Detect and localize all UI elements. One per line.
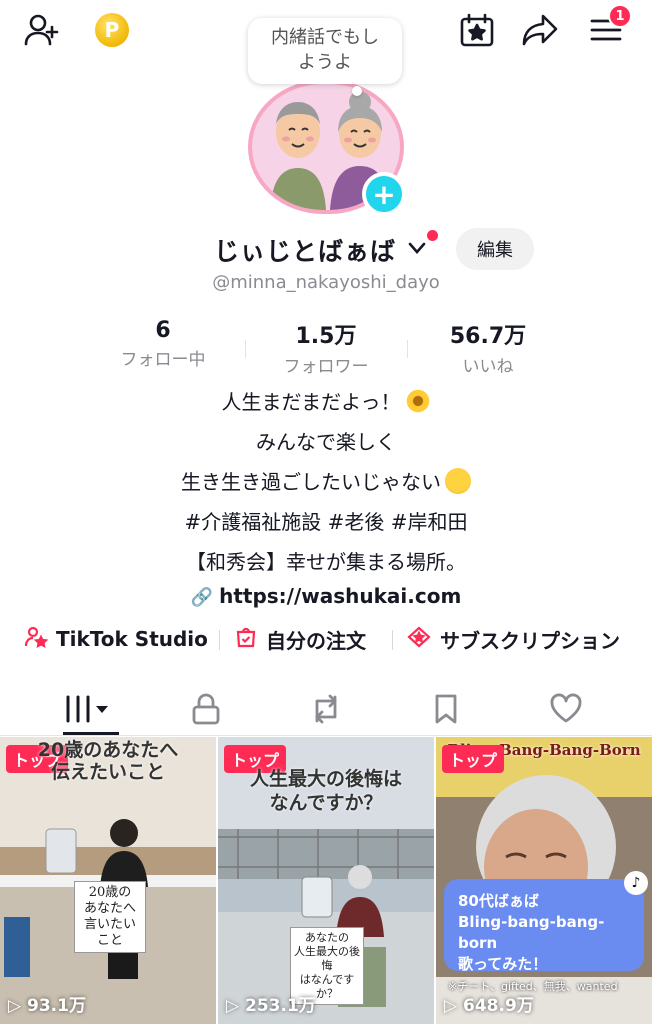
stat-label: フォロー中 bbox=[120, 350, 206, 370]
stat-label: いいね bbox=[462, 357, 514, 377]
share-icon[interactable] bbox=[520, 10, 560, 50]
view-count: ▷ 93.1万 bbox=[8, 996, 86, 1016]
stat-followers[interactable]: 1.5万 フォロワー bbox=[251, 318, 401, 377]
divider bbox=[219, 630, 220, 650]
stat-value: 6 bbox=[155, 318, 171, 343]
video-title: 人生最大の後悔は なんですか？ bbox=[249, 768, 402, 814]
note-bubble[interactable]: 内緒話でもし ようよ bbox=[248, 18, 402, 84]
divider bbox=[245, 340, 246, 358]
stat-value: 1.5万 bbox=[295, 324, 357, 349]
video-thumbnail[interactable]: トップ 20歳のあなたへ 伝えたいこと 20歳の あなたへ 言いたいこと ▷ 9… bbox=[0, 737, 216, 1024]
bio-line: みんなで楽しく bbox=[256, 430, 396, 454]
subscription-icon bbox=[406, 625, 432, 654]
calendar-star-icon[interactable] bbox=[457, 10, 497, 50]
tab-liked[interactable] bbox=[501, 684, 631, 734]
stat-likes[interactable]: 56.7万 いいね bbox=[413, 318, 563, 377]
grid-icon bbox=[66, 695, 108, 723]
view-count: ▷ 253.1万 bbox=[226, 996, 316, 1016]
bio-line: 人生まだまだよっ！ bbox=[0, 384, 652, 424]
bio-line: 生き生き過ごしたいじゃない bbox=[0, 464, 652, 504]
status-dot bbox=[427, 230, 438, 241]
tab-reposts[interactable] bbox=[261, 684, 391, 734]
tab-videos[interactable] bbox=[25, 684, 155, 735]
top-badge: トップ bbox=[442, 745, 505, 773]
divider bbox=[392, 630, 393, 650]
bio-hashtags[interactable]: #介護福祉施設 #老後 #岸和田 bbox=[0, 504, 652, 544]
tab-private[interactable] bbox=[141, 684, 271, 734]
repost-icon bbox=[315, 694, 337, 724]
edit-profile-button[interactable]: 編集 bbox=[456, 228, 534, 270]
sunflower-icon bbox=[404, 388, 431, 414]
notification-badge: 1 bbox=[608, 4, 632, 28]
video-card: 80代ばぁば Bling-bang-bang-born 歌ってみた！ bbox=[444, 879, 644, 973]
card-line: Bling-bang-bang-born bbox=[458, 913, 605, 952]
video-grid: トップ 20歳のあなたへ 伝えたいこと 20歳の あなたへ 言いたいこと ▷ 9… bbox=[0, 737, 652, 1024]
content-tabs bbox=[0, 684, 652, 736]
subscription-button[interactable]: サブスクリプション bbox=[406, 622, 620, 656]
video-title: 20歳のあなたへ 伝えたいこと bbox=[37, 739, 179, 783]
bio: 人生まだまだよっ！ みんなで楽しく 生き生き過ごしたいじゃない #介護福祉施設 … bbox=[0, 384, 652, 618]
view-count: ▷ 648.9万 bbox=[444, 996, 534, 1016]
my-orders-button[interactable]: 自分の注文 bbox=[234, 622, 366, 656]
card-line: 歌ってみた！ bbox=[458, 955, 548, 973]
video-thumbnail[interactable]: Bling-Bang-Bang-Born トップ ♪ 80代ばぁば Bling-… bbox=[436, 737, 652, 1024]
link-icon: 🔗 bbox=[190, 587, 214, 608]
stat-value: 56.7万 bbox=[449, 324, 527, 349]
stat-label: フォロワー bbox=[283, 357, 369, 377]
chevron-down-icon[interactable] bbox=[408, 236, 426, 260]
bio-link[interactable]: 🔗 https://washukai.com bbox=[0, 578, 652, 618]
action-row: TikTok Studio 自分の注文 サブスクリプション bbox=[0, 622, 652, 658]
person-star-icon bbox=[24, 625, 49, 654]
tab-saved[interactable] bbox=[381, 684, 511, 734]
note-text-line1: 内緒話でもし bbox=[271, 27, 379, 48]
order-bag-icon bbox=[234, 625, 258, 654]
note-text-line2: ようよ bbox=[298, 52, 352, 73]
heart-icon bbox=[550, 693, 582, 723]
note-bubble-tail bbox=[352, 86, 362, 96]
tiktok-logo-icon: ♪ bbox=[624, 871, 648, 895]
bookmark-icon bbox=[435, 694, 457, 724]
add-friend-icon[interactable] bbox=[22, 10, 62, 50]
lock-icon bbox=[192, 693, 220, 725]
tiktok-studio-button[interactable]: TikTok Studio bbox=[24, 622, 208, 656]
video-sign: 20歳の あなたへ 言いたいこと bbox=[74, 881, 146, 953]
card-line: 80代ばぁば bbox=[458, 892, 539, 910]
divider bbox=[407, 340, 408, 358]
name-row: じぃじとばぁば 編集 bbox=[0, 228, 652, 272]
shocked-face-icon bbox=[445, 468, 471, 494]
add-story-button[interactable]: + bbox=[362, 172, 406, 216]
username: @minna_nakayoshi_dayo bbox=[212, 272, 440, 293]
stat-following[interactable]: 6 フォロー中 bbox=[88, 318, 238, 370]
coin-icon[interactable]: P bbox=[95, 13, 129, 47]
tab-indicator bbox=[63, 732, 119, 735]
stats-row: 6 フォロー中 1.5万 フォロワー 56.7万 いいね bbox=[0, 318, 652, 377]
video-thumbnail[interactable]: トップ 人生最大の後悔は なんですか？ あなたの 人生最大の後悔 はなんですか？… bbox=[218, 737, 434, 1024]
display-name[interactable]: じぃじとばぁば bbox=[214, 232, 396, 268]
